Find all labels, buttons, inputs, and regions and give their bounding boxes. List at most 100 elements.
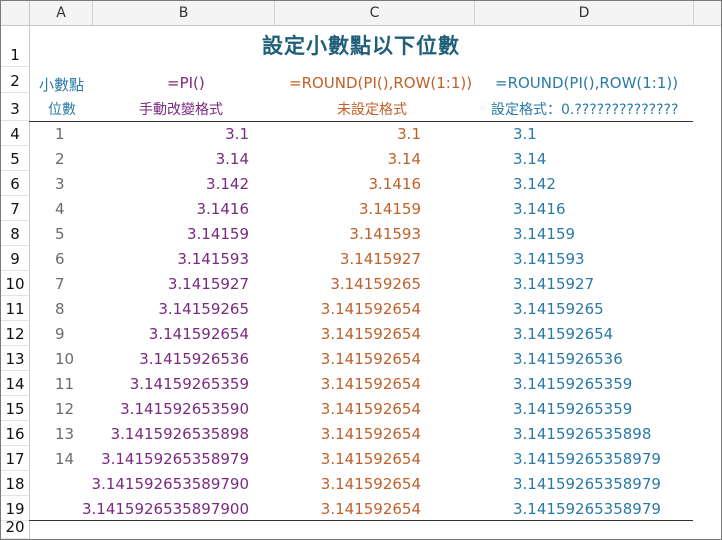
cell-b-manual-format[interactable]: 3.1415926536 [139,350,249,368]
cell-c3[interactable]: 未設定格式 [337,99,407,119]
cell-d-formatted[interactable]: 3.14159265358979 [513,500,661,518]
cell-a-digits[interactable]: 8 [55,300,95,318]
row-header-20[interactable]: 20 [1,518,30,539]
table-bottom-border [29,520,693,521]
cell-c-unformatted[interactable]: 3.141592654 [321,300,421,318]
sheet-title[interactable]: 設定小數點以下位數 [29,26,693,66]
row-number: 20 [5,518,25,536]
row-header-5[interactable]: 5 [1,146,30,171]
cell-d-formatted[interactable]: 3.14159265 [513,300,604,318]
select-all-corner[interactable] [1,1,30,26]
cell-d2[interactable]: =ROUND(PI(),ROW(1:1)) [495,74,678,92]
cell-d-formatted[interactable]: 3.14 [513,150,546,168]
cell-c-unformatted[interactable]: 3.14 [388,150,421,168]
cell-a3[interactable]: 位數 [48,99,76,119]
row-header-4[interactable]: 4 [1,121,30,146]
cell-b-manual-format[interactable]: 3.14159265 [158,300,249,318]
row-header-6[interactable]: 6 [1,171,30,196]
cell-a-digits[interactable]: 5 [55,225,95,243]
row-header-2[interactable]: 2 [1,67,30,93]
cell-a-digits[interactable]: 12 [55,400,95,418]
cell-d-formatted[interactable]: 3.14159265359 [513,375,632,393]
row-header-7[interactable]: 7 [1,196,30,221]
cell-a-digits[interactable]: 7 [55,275,95,293]
row-header-1[interactable]: 1 [1,26,30,67]
cell-d-formatted[interactable]: 3.141593 [513,250,585,268]
cell-c-unformatted[interactable]: 3.141592654 [321,475,421,493]
cell-b-manual-format[interactable]: 3.1415926535897900 [82,500,249,518]
cell-b-manual-format[interactable]: 3.14159265359 [130,375,249,393]
column-header-c[interactable]: C [275,1,475,26]
cell-b-manual-format[interactable]: 3.1415927 [168,275,249,293]
cell-b-manual-format[interactable]: 3.141592653589790 [92,475,249,493]
spreadsheet: A B C D 1 2 3 4 5 6 7 8 9 10 11 12 13 14 15 16 17 18 19 20 … [0,0,722,540]
cell-d-formatted[interactable]: 3.1415926535898 [513,425,651,443]
cell-b-manual-format[interactable]: 3.1416 [197,200,250,218]
row-header-17[interactable]: 17 [1,446,30,471]
cell-a-digits[interactable]: 13 [55,425,95,443]
cell-b-manual-format[interactable]: 3.14 [216,150,249,168]
cell-b-manual-format[interactable]: 3.14159 [187,225,249,243]
cell-b3[interactable]: 手動改變格式 [139,99,223,119]
row-header-8[interactable]: 8 [1,221,30,246]
cell-c-unformatted[interactable]: 3.141592654 [321,500,421,518]
cell-a-digits[interactable]: 9 [55,325,95,343]
row-header-12[interactable]: 12 [1,321,30,346]
row-header-16[interactable]: 16 [1,421,30,446]
cell-c-unformatted[interactable]: 3.1415927 [340,250,421,268]
cell-c-unformatted[interactable]: 3.1 [397,125,421,143]
cell-d-formatted[interactable]: 3.1416 [513,200,566,218]
cell-a-digits[interactable]: 11 [55,375,95,393]
cell-d-formatted[interactable]: 3.14159265358979 [513,450,661,468]
cell-c-unformatted[interactable]: 3.141592654 [321,375,421,393]
row-header-14[interactable]: 14 [1,371,30,396]
cell-b-manual-format[interactable]: 3.141593 [177,250,249,268]
cell-a-digits[interactable]: 6 [55,250,95,268]
cell-d-formatted[interactable]: 3.1415927 [513,275,594,293]
cell-b-manual-format[interactable]: 3.14159265358979 [101,450,249,468]
cell-a-digits[interactable]: 2 [55,150,95,168]
cell-d-formatted[interactable]: 3.14159265359 [513,400,632,418]
cell-d-formatted[interactable]: 3.14159265358979 [513,475,661,493]
column-header-b[interactable]: B [93,1,275,26]
cell-a-digits[interactable]: 10 [55,350,95,368]
row-header-13[interactable]: 13 [1,346,30,371]
cell-b-manual-format[interactable]: 3.1 [225,125,249,143]
row-header-11[interactable]: 11 [1,296,30,321]
cell-b-manual-format[interactable]: 3.1415926535898 [111,425,249,443]
cell-a-digits[interactable]: 4 [55,200,95,218]
cell-c-unformatted[interactable]: 3.14159265 [330,275,421,293]
cell-d3[interactable]: 設定格式：0.?????????????? [491,99,678,119]
row-header-10[interactable]: 10 [1,271,30,296]
row-header-3[interactable]: 3 [1,93,30,121]
row-header-9[interactable]: 9 [1,246,30,271]
column-header-a[interactable]: A [30,1,93,26]
cell-c-unformatted[interactable]: 3.141592654 [321,350,421,368]
cell-d-formatted[interactable]: 3.14159 [513,225,575,243]
column-header-d[interactable]: D [475,1,694,26]
cell-a-digits[interactable]: 14 [55,450,95,468]
cell-a2[interactable]: 小數點 [39,74,84,95]
cell-a-digits[interactable]: 3 [55,175,95,193]
cell-c-unformatted[interactable]: 3.141592654 [321,325,421,343]
row-header-15[interactable]: 15 [1,396,30,421]
cell-c-unformatted[interactable]: 3.1416 [369,175,422,193]
cell-c2[interactable]: =ROUND(PI(),ROW(1:1)) [289,74,472,92]
cell-c-unformatted[interactable]: 3.141592654 [321,400,421,418]
cell-b-manual-format[interactable]: 3.142 [206,175,249,193]
cell-b2[interactable]: =PI() [167,74,205,92]
cell-b-manual-format[interactable]: 3.141592654 [149,325,249,343]
cell-c-unformatted[interactable]: 3.14159 [359,200,421,218]
cell-d-formatted[interactable]: 3.1415926536 [513,350,623,368]
cell-b-manual-format[interactable]: 3.141592653590 [120,400,249,418]
cell-a-digits[interactable]: 1 [55,125,95,143]
cell-d-formatted[interactable]: 3.142 [513,175,556,193]
cell-d-formatted[interactable]: 3.1 [513,125,537,143]
column-header-e[interactable] [694,1,721,26]
cell-c-unformatted[interactable]: 3.141592654 [321,450,421,468]
row-number: 2 [10,72,20,90]
row-header-18[interactable]: 18 [1,471,30,496]
cell-c-unformatted[interactable]: 3.141592654 [321,425,421,443]
cell-d-formatted[interactable]: 3.141592654 [513,325,613,343]
cell-c-unformatted[interactable]: 3.141593 [349,225,421,243]
